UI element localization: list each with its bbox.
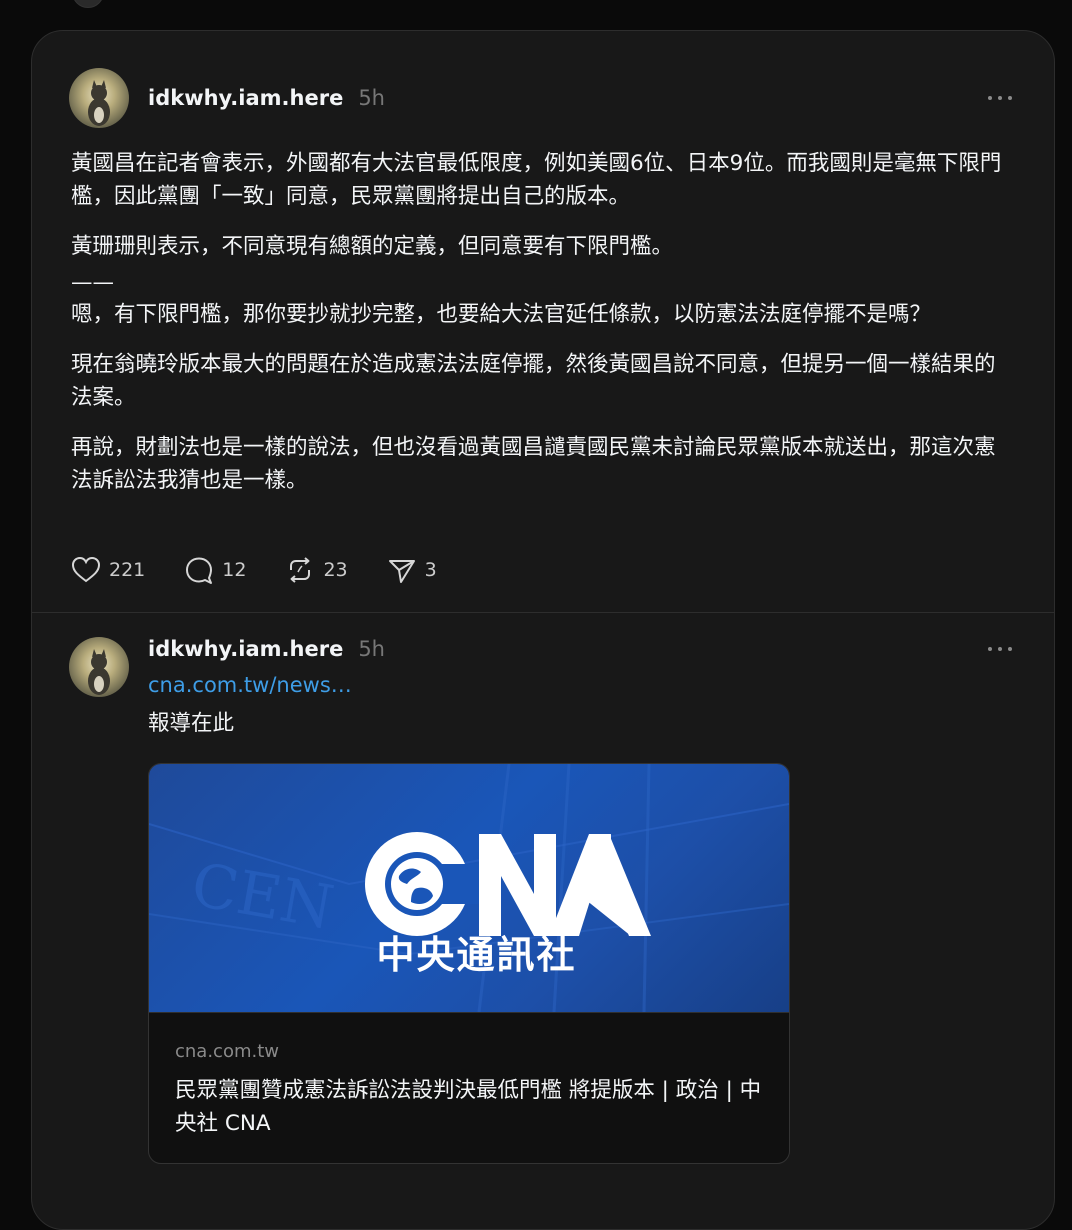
heart-icon — [71, 556, 101, 583]
post-paragraph: 再說，財劃法也是一樣的說法，但也沒看過黃國昌譴責國民黨未討論民眾黨版本就送出，那… — [71, 435, 996, 493]
thread-post: idkwhy.iam.here 5h cna.com.tw/news… 報導在此… — [32, 613, 1054, 1229]
repost-icon — [290, 557, 311, 583]
repost-count: 23 — [323, 559, 348, 581]
post-time[interactable]: 5h — [358, 637, 385, 661]
cat-avatar-image — [88, 80, 110, 126]
post-paragraph: 嗯，有下限門檻，那你要抄就抄完整，也要給大法官延任條款，以防憲法法庭停擺不是嗎？ — [71, 302, 932, 327]
post-time[interactable]: 5h — [358, 86, 385, 110]
post-header: idkwhy.iam.here 5h — [148, 634, 385, 664]
more-options-icon[interactable] — [988, 86, 1012, 110]
preview-domain: cna.com.tw — [175, 1041, 280, 1062]
like-count: 221 — [109, 559, 146, 581]
send-icon — [388, 560, 415, 583]
thread-card: idkwhy.iam.here 5h 黃國昌在記者會表示，外國都有大法官最低限度… — [31, 30, 1055, 1230]
username[interactable]: idkwhy.iam.here — [148, 637, 343, 661]
share-count: 3 — [424, 559, 437, 581]
avatar[interactable] — [69, 68, 129, 128]
previous-post-avatar[interactable] — [72, 0, 104, 8]
post-paragraph: 黃國昌在記者會表示，外國都有大法官最低限度，例如美國6位、日本9位。而我國則是毫… — [71, 151, 1002, 209]
comment-icon — [186, 557, 213, 584]
thread-post: idkwhy.iam.here 5h 黃國昌在記者會表示，外國都有大法官最低限度… — [32, 31, 1054, 613]
share-button[interactable]: 3 — [386, 554, 437, 586]
post-paragraph: 現在翁曉玲版本最大的問題在於造成憲法法庭停擺，然後黃國昌說不同意，但提另一個一樣… — [71, 352, 996, 410]
cat-avatar-image — [88, 649, 110, 695]
like-button[interactable]: 221 — [70, 554, 145, 586]
link-preview-image: CEN 中央通訊社 — [149, 764, 789, 1013]
reply-button[interactable]: 12 — [183, 554, 246, 586]
post-header: idkwhy.iam.here 5h — [148, 83, 385, 113]
reply-count: 12 — [222, 559, 247, 581]
username[interactable]: idkwhy.iam.here — [148, 86, 343, 110]
avatar[interactable] — [69, 637, 129, 697]
more-options-icon[interactable] — [988, 637, 1012, 661]
post-separator: —— — [71, 270, 114, 295]
post-actions: 221 12 23 3 — [70, 554, 475, 586]
post-link[interactable]: cna.com.tw/news… — [148, 673, 352, 697]
preview-title: 民眾黨團贊成憲法訴訟法設判決最低門檻 將提版本 | 政治 | 中央社 CNA — [175, 1078, 762, 1136]
post-body: 黃國昌在記者會表示，外國都有大法官最低限度，例如美國6位、日本9位。而我國則是毫… — [71, 147, 1016, 514]
post-paragraph: 黃珊珊則表示，不同意現有總額的定義，但同意要有下限門檻。 — [71, 234, 674, 259]
repost-button[interactable]: 23 — [284, 554, 348, 586]
link-preview-card[interactable]: CEN 中央通訊社 cna.com.tw 民眾黨團贊成憲法訴訟法設判決最低門檻 … — [148, 763, 790, 1164]
cna-logo-subtitle: 中央通訊社 — [376, 933, 577, 977]
post-caption: 報導在此 — [148, 711, 235, 736]
